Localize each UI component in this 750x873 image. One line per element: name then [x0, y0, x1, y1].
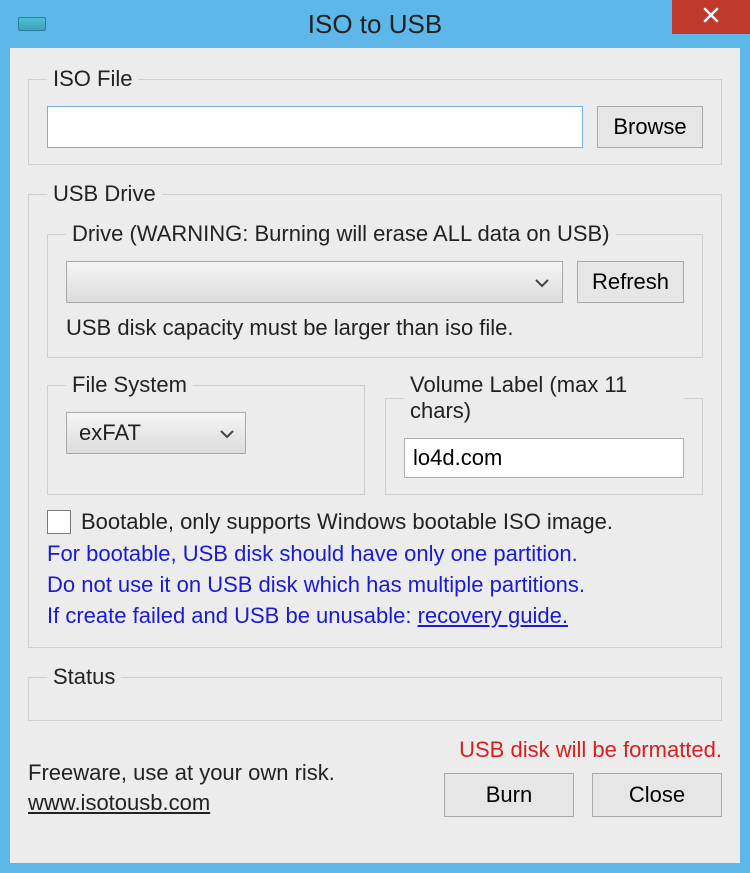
app-window: ISO to USB ISO File Browse USB Drive Dri…: [0, 0, 750, 873]
titlebar[interactable]: ISO to USB: [0, 0, 750, 48]
usb-drive-group: USB Drive Drive (WARNING: Burning will e…: [28, 181, 722, 648]
footer-left: Freeware, use at your own risk. www.isot…: [28, 758, 335, 817]
volume-label-group: Volume Label (max 11 chars): [385, 372, 703, 495]
website-link[interactable]: www.isotousb.com: [28, 790, 210, 815]
volume-label-legend: Volume Label (max 11 chars): [404, 372, 684, 424]
footer-right: USB disk will be formatted. Burn Close: [444, 737, 722, 817]
bootable-note-line3: If create failed and USB be unusable: re…: [47, 601, 703, 632]
refresh-button[interactable]: Refresh: [577, 261, 684, 303]
chevron-down-icon: [534, 269, 550, 295]
burn-button[interactable]: Burn: [444, 773, 574, 817]
bootable-note: For bootable, USB disk should have only …: [47, 539, 703, 631]
close-button[interactable]: Close: [592, 773, 722, 817]
window-title: ISO to USB: [0, 9, 750, 40]
footer: Freeware, use at your own risk. www.isot…: [28, 737, 722, 817]
file-system-group: File System exFAT: [47, 372, 365, 495]
iso-file-legend: ISO File: [47, 66, 138, 92]
window-close-button[interactable]: [672, 0, 750, 34]
file-system-select[interactable]: exFAT: [66, 412, 246, 454]
iso-path-input[interactable]: [47, 106, 583, 148]
status-group: Status: [28, 664, 722, 721]
bootable-note-line2: Do not use it on USB disk which has mult…: [47, 570, 703, 601]
drive-subgroup: Drive (WARNING: Burning will erase ALL d…: [47, 221, 703, 358]
browse-button[interactable]: Browse: [597, 106, 703, 148]
file-system-value: exFAT: [79, 420, 141, 446]
chevron-down-icon: [219, 420, 235, 446]
capacity-hint: USB disk capacity must be larger than is…: [66, 315, 684, 341]
content-area: ISO File Browse USB Drive Drive (WARNING…: [10, 48, 740, 863]
bootable-note-prefix: If create failed and USB be unusable:: [47, 603, 418, 628]
recovery-guide-link[interactable]: recovery guide.: [418, 603, 568, 628]
volume-label-input[interactable]: [404, 438, 684, 478]
bootable-checkbox[interactable]: [47, 510, 71, 534]
usb-drive-legend: USB Drive: [47, 181, 162, 207]
drive-select[interactable]: [66, 261, 563, 303]
format-warning: USB disk will be formatted.: [444, 737, 722, 763]
bootable-label: Bootable, only supports Windows bootable…: [81, 509, 613, 535]
iso-file-group: ISO File Browse: [28, 66, 722, 165]
status-legend: Status: [47, 664, 121, 690]
freeware-text: Freeware, use at your own risk.: [28, 758, 335, 788]
file-system-legend: File System: [66, 372, 193, 398]
drive-legend: Drive (WARNING: Burning will erase ALL d…: [66, 221, 616, 247]
close-icon: [702, 6, 720, 29]
app-icon: [18, 17, 46, 31]
bootable-note-line1: For bootable, USB disk should have only …: [47, 539, 703, 570]
